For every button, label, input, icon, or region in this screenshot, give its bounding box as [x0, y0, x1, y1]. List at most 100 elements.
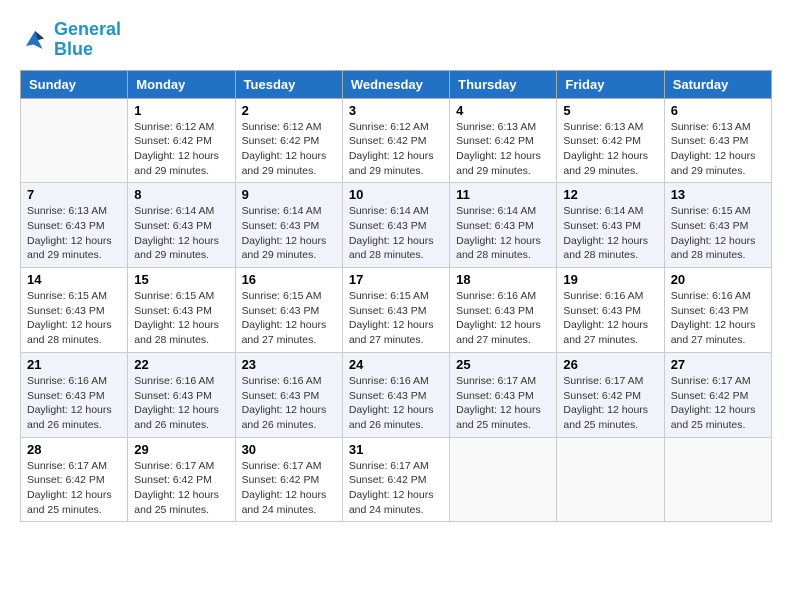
day-number: 25: [456, 357, 550, 372]
day-number: 19: [563, 272, 657, 287]
day-number: 5: [563, 103, 657, 118]
calendar-cell: 15 Sunrise: 6:15 AMSunset: 6:43 PMDayligh…: [128, 268, 235, 353]
day-number: 7: [27, 187, 121, 202]
day-number: 29: [134, 442, 228, 457]
day-number: 15: [134, 272, 228, 287]
day-info: Sunrise: 6:14 AMSunset: 6:43 PMDaylight:…: [242, 204, 336, 263]
day-info: Sunrise: 6:16 AMSunset: 6:43 PMDaylight:…: [242, 374, 336, 433]
day-info: Sunrise: 6:16 AMSunset: 6:43 PMDaylight:…: [134, 374, 228, 433]
weekday-header-monday: Monday: [128, 70, 235, 98]
day-number: 16: [242, 272, 336, 287]
logo-text-blue: Blue: [54, 40, 121, 60]
weekday-header-tuesday: Tuesday: [235, 70, 342, 98]
day-info: Sunrise: 6:17 AMSunset: 6:42 PMDaylight:…: [242, 459, 336, 518]
calendar-cell: 13 Sunrise: 6:15 AMSunset: 6:43 PMDayligh…: [664, 183, 771, 268]
calendar-row: 7 Sunrise: 6:13 AMSunset: 6:43 PMDaylight…: [21, 183, 772, 268]
calendar-cell: 19 Sunrise: 6:16 AMSunset: 6:43 PMDayligh…: [557, 268, 664, 353]
calendar-header-row: SundayMondayTuesdayWednesdayThursdayFrid…: [21, 70, 772, 98]
day-number: 26: [563, 357, 657, 372]
day-number: 11: [456, 187, 550, 202]
calendar-cell: 22 Sunrise: 6:16 AMSunset: 6:43 PMDayligh…: [128, 352, 235, 437]
day-info: Sunrise: 6:15 AMSunset: 6:43 PMDaylight:…: [27, 289, 121, 348]
calendar-cell: 30Sunrise: 6:17 AMSunset: 6:42 PMDayligh…: [235, 437, 342, 522]
day-number: 8: [134, 187, 228, 202]
day-info: Sunrise: 6:16 AMSunset: 6:43 PMDaylight:…: [671, 289, 765, 348]
weekday-header-sunday: Sunday: [21, 70, 128, 98]
calendar-cell: 23 Sunrise: 6:16 AMSunset: 6:43 PMDayligh…: [235, 352, 342, 437]
page-header: General Blue: [20, 20, 772, 60]
calendar-cell: 7 Sunrise: 6:13 AMSunset: 6:43 PMDaylight…: [21, 183, 128, 268]
day-number: 10: [349, 187, 443, 202]
day-info: Sunrise: 6:17 AMSunset: 6:42 PMDaylight:…: [671, 374, 765, 433]
day-info: Sunrise: 6:16 AMSunset: 6:43 PMDaylight:…: [349, 374, 443, 433]
day-info: Sunrise: 6:13 AMSunset: 6:42 PMDaylight:…: [456, 120, 550, 179]
day-number: 31: [349, 442, 443, 457]
day-info: Sunrise: 6:14 AMSunset: 6:43 PMDaylight:…: [456, 204, 550, 263]
calendar-row: 14 Sunrise: 6:15 AMSunset: 6:43 PMDayligh…: [21, 268, 772, 353]
day-number: 3: [349, 103, 443, 118]
calendar-cell: 8 Sunrise: 6:14 AMSunset: 6:43 PMDaylight…: [128, 183, 235, 268]
day-number: 13: [671, 187, 765, 202]
calendar-cell: 24 Sunrise: 6:16 AMSunset: 6:43 PMDayligh…: [342, 352, 449, 437]
day-info: Sunrise: 6:17 AMSunset: 6:42 PMDaylight:…: [563, 374, 657, 433]
day-info: Sunrise: 6:13 AMSunset: 6:42 PMDaylight:…: [563, 120, 657, 179]
day-info: Sunrise: 6:13 AMSunset: 6:43 PMDaylight:…: [671, 120, 765, 179]
logo: General Blue: [20, 20, 121, 60]
day-number: 2: [242, 103, 336, 118]
day-info: Sunrise: 6:15 AMSunset: 6:43 PMDaylight:…: [134, 289, 228, 348]
day-number: 27: [671, 357, 765, 372]
weekday-header-saturday: Saturday: [664, 70, 771, 98]
day-info: Sunrise: 6:16 AMSunset: 6:43 PMDaylight:…: [456, 289, 550, 348]
day-info: Sunrise: 6:12 AMSunset: 6:42 PMDaylight:…: [242, 120, 336, 179]
day-number: 23: [242, 357, 336, 372]
day-info: Sunrise: 6:16 AMSunset: 6:43 PMDaylight:…: [563, 289, 657, 348]
weekday-header-friday: Friday: [557, 70, 664, 98]
calendar-cell: 4 Sunrise: 6:13 AMSunset: 6:42 PMDaylight…: [450, 98, 557, 183]
calendar-cell: 14 Sunrise: 6:15 AMSunset: 6:43 PMDayligh…: [21, 268, 128, 353]
calendar-table: SundayMondayTuesdayWednesdayThursdayFrid…: [20, 70, 772, 523]
day-info: Sunrise: 6:17 AMSunset: 6:42 PMDaylight:…: [27, 459, 121, 518]
calendar-cell: 20 Sunrise: 6:16 AMSunset: 6:43 PMDayligh…: [664, 268, 771, 353]
calendar-row: 21 Sunrise: 6:16 AMSunset: 6:43 PMDayligh…: [21, 352, 772, 437]
calendar-cell: 29Sunrise: 6:17 AMSunset: 6:42 PMDayligh…: [128, 437, 235, 522]
day-info: Sunrise: 6:14 AMSunset: 6:43 PMDaylight:…: [134, 204, 228, 263]
day-number: 18: [456, 272, 550, 287]
calendar-cell: 31 Sunrise: 6:17 AMSunset: 6:42 PMDayligh…: [342, 437, 449, 522]
day-info: Sunrise: 6:15 AMSunset: 6:43 PMDaylight:…: [242, 289, 336, 348]
calendar-cell: 3 Sunrise: 6:12 AMSunset: 6:42 PMDaylight…: [342, 98, 449, 183]
day-info: Sunrise: 6:14 AMSunset: 6:43 PMDaylight:…: [349, 204, 443, 263]
calendar-cell: [21, 98, 128, 183]
day-number: 22: [134, 357, 228, 372]
day-info: Sunrise: 6:13 AMSunset: 6:43 PMDaylight:…: [27, 204, 121, 263]
calendar-cell: 28 Sunrise: 6:17 AMSunset: 6:42 PMDayligh…: [21, 437, 128, 522]
day-info: Sunrise: 6:12 AMSunset: 6:42 PMDaylight:…: [349, 120, 443, 179]
weekday-header-wednesday: Wednesday: [342, 70, 449, 98]
calendar-row: 1Sunrise: 6:12 AMSunset: 6:42 PMDaylight…: [21, 98, 772, 183]
day-info: Sunrise: 6:15 AMSunset: 6:43 PMDaylight:…: [671, 204, 765, 263]
logo-icon: [20, 25, 50, 55]
calendar-cell: 16 Sunrise: 6:15 AMSunset: 6:43 PMDayligh…: [235, 268, 342, 353]
day-number: 28: [27, 442, 121, 457]
day-info: Sunrise: 6:16 AMSunset: 6:43 PMDaylight:…: [27, 374, 121, 433]
calendar-cell: 1Sunrise: 6:12 AMSunset: 6:42 PMDaylight…: [128, 98, 235, 183]
day-number: 21: [27, 357, 121, 372]
day-info: Sunrise: 6:17 AMSunset: 6:42 PMDaylight:…: [349, 459, 443, 518]
calendar-cell: 9Sunrise: 6:14 AMSunset: 6:43 PMDaylight…: [235, 183, 342, 268]
day-number: 24: [349, 357, 443, 372]
day-number: 14: [27, 272, 121, 287]
calendar-cell: 27 Sunrise: 6:17 AMSunset: 6:42 PMDayligh…: [664, 352, 771, 437]
calendar-cell: 10 Sunrise: 6:14 AMSunset: 6:43 PMDayligh…: [342, 183, 449, 268]
weekday-header-thursday: Thursday: [450, 70, 557, 98]
logo-text: General: [54, 20, 121, 40]
calendar-cell: 21 Sunrise: 6:16 AMSunset: 6:43 PMDayligh…: [21, 352, 128, 437]
day-number: 6: [671, 103, 765, 118]
calendar-row: 28 Sunrise: 6:17 AMSunset: 6:42 PMDayligh…: [21, 437, 772, 522]
day-info: Sunrise: 6:17 AMSunset: 6:43 PMDaylight:…: [456, 374, 550, 433]
calendar-cell: 25 Sunrise: 6:17 AMSunset: 6:43 PMDayligh…: [450, 352, 557, 437]
calendar-cell: 18 Sunrise: 6:16 AMSunset: 6:43 PMDayligh…: [450, 268, 557, 353]
day-number: 4: [456, 103, 550, 118]
day-number: 20: [671, 272, 765, 287]
day-info: Sunrise: 6:12 AMSunset: 6:42 PMDaylight:…: [134, 120, 228, 179]
day-info: Sunrise: 6:14 AMSunset: 6:43 PMDaylight:…: [563, 204, 657, 263]
calendar-cell: 2 Sunrise: 6:12 AMSunset: 6:42 PMDaylight…: [235, 98, 342, 183]
